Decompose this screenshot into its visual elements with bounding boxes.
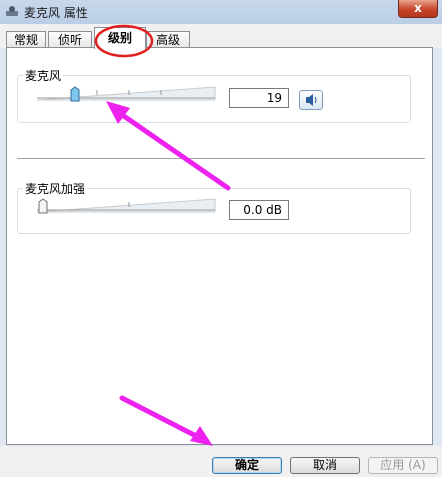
apply-button[interactable]: 应用 (A): [368, 457, 438, 474]
microphone-label: 麦克风: [23, 67, 64, 84]
microphone-level-field[interactable]: 19: [229, 88, 289, 108]
close-button[interactable]: x: [398, 0, 438, 18]
microphone-slider-thumb[interactable]: [70, 86, 80, 102]
mute-button[interactable]: [299, 90, 323, 110]
speaker-icon: [306, 94, 317, 106]
levels-panel: 麦克风 19 麦克风加强 0.0 dB: [6, 47, 433, 445]
boost-slider-thumb[interactable]: [38, 198, 48, 214]
tab-advanced[interactable]: 高级: [146, 31, 190, 48]
boost-label: 麦克风加强: [23, 180, 88, 197]
tab-levels[interactable]: 级别: [94, 27, 146, 49]
boost-level-field[interactable]: 0.0 dB: [229, 200, 289, 220]
tab-listen[interactable]: 侦听: [48, 31, 92, 48]
title-bar: 麦克风 属性 x: [0, 0, 442, 24]
ok-button[interactable]: 确定: [212, 457, 282, 474]
window-title: 麦克风 属性: [24, 6, 88, 20]
boost-slider[interactable]: [37, 198, 217, 214]
microphone-icon: [6, 6, 18, 16]
tab-general[interactable]: 常规: [6, 31, 46, 48]
microphone-slider[interactable]: [37, 86, 217, 102]
separator: [17, 158, 425, 159]
cancel-button[interactable]: 取消: [290, 457, 360, 474]
